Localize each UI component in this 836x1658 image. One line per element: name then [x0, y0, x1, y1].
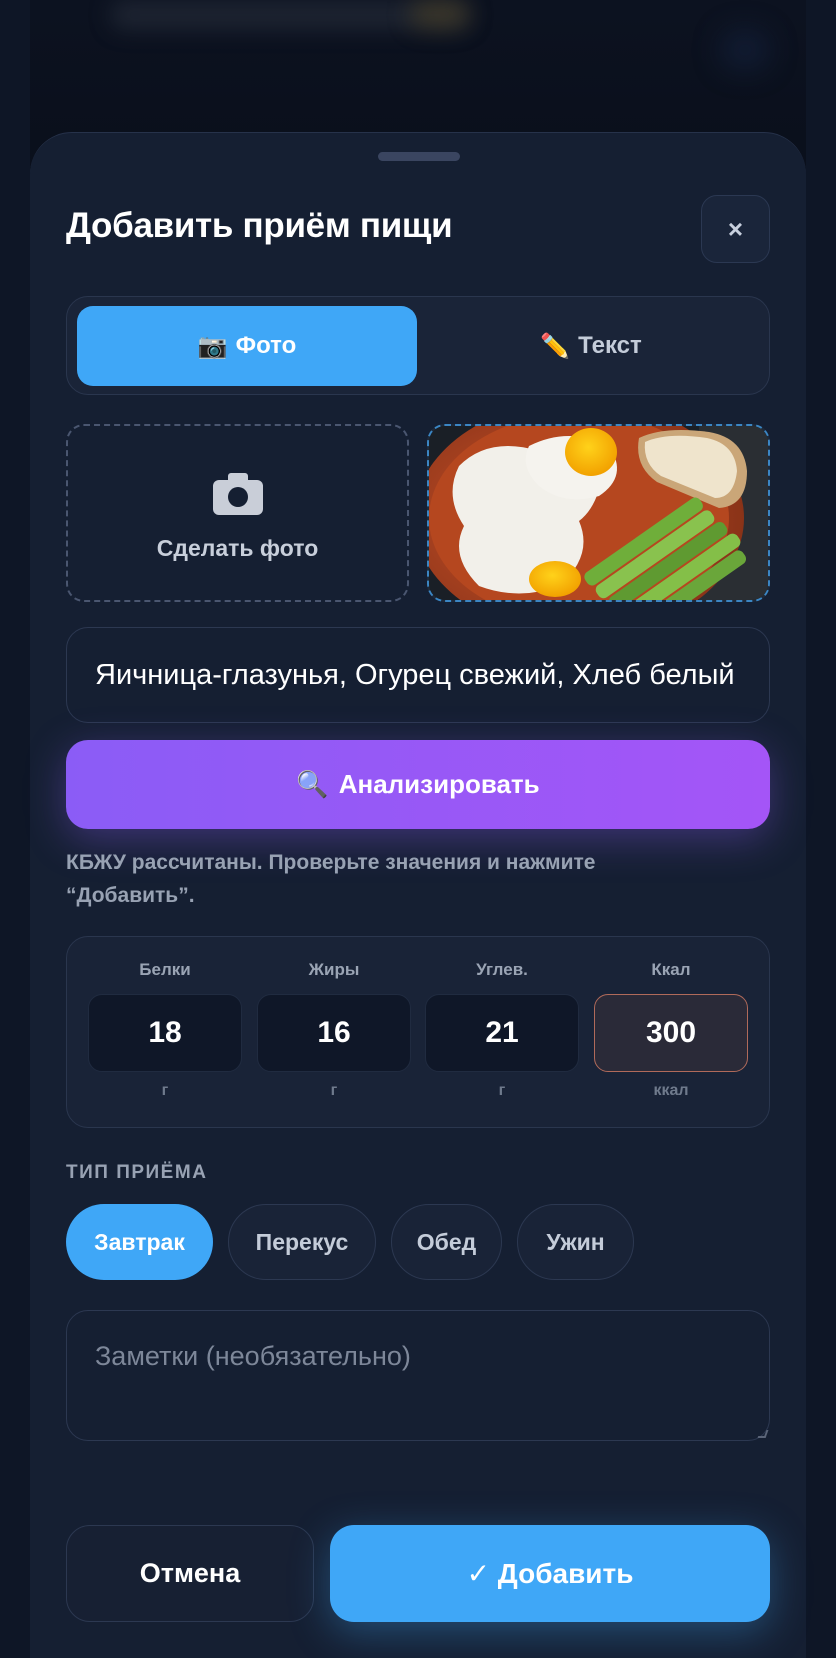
macro-label: Белки	[139, 960, 191, 979]
close-button[interactable]: ×	[701, 195, 770, 263]
analyze-button[interactable]: 🔍 Анализировать	[66, 740, 770, 829]
macro-unit: г	[161, 1082, 169, 1099]
analyze-button-label: Анализировать	[338, 769, 540, 799]
modal-title: Добавить приём пищи	[66, 206, 453, 245]
add-button[interactable]: ✓ Добавить	[330, 1525, 770, 1622]
macro-label: Углев.	[476, 960, 528, 979]
macro-unit: г	[498, 1082, 506, 1099]
macro-value-input[interactable]: 21	[425, 994, 579, 1072]
camera-icon: 📷	[197, 332, 228, 360]
meal-type-label: ТИП ПРИЁМА	[66, 1162, 208, 1183]
close-icon: ×	[727, 213, 744, 244]
notes-field[interactable]	[66, 1310, 770, 1441]
tab-text-label: Текст	[578, 332, 642, 359]
food-photo-preview[interactable]	[427, 424, 770, 602]
macro-value-input[interactable]: 18	[88, 994, 242, 1072]
sheet-drag-handle[interactable]	[378, 152, 460, 161]
tab-photo-label: Фото	[235, 332, 297, 359]
tab-photo[interactable]: 📷 Фото	[77, 306, 417, 386]
take-photo-button[interactable]: Сделать фото	[66, 424, 409, 602]
food-photo-image	[429, 426, 768, 600]
macro-unit: г	[330, 1082, 338, 1099]
cancel-button[interactable]: Отмена	[66, 1525, 314, 1622]
notes-input[interactable]	[95, 1341, 741, 1410]
macro-unit: ккал	[653, 1082, 689, 1099]
macro-label: Ккал	[651, 960, 691, 979]
pencil-icon: ✏️	[540, 332, 571, 360]
macro-value-input[interactable]: 16	[257, 994, 411, 1072]
camera-icon	[212, 472, 263, 515]
macros-panel: Белки 18 г Жиры 16 г Углев. 21 г Ккал 30…	[66, 936, 770, 1128]
analysis-hint: КБЖУ рассчитаны. Проверьте значения и на…	[66, 851, 596, 907]
mode-switch: 📷 Фото ✏️ Текст	[66, 296, 770, 395]
meal-type-snack[interactable]: Перекус	[228, 1204, 376, 1280]
meal-type-breakfast[interactable]: Завтрак	[66, 1204, 213, 1280]
take-photo-label: Сделать фото	[156, 534, 319, 561]
tab-text[interactable]: ✏️ Текст	[421, 306, 761, 386]
meal-type-lunch[interactable]: Обед	[391, 1204, 502, 1280]
macro-label: Жиры	[308, 960, 360, 979]
meal-type-dinner[interactable]: Ужин	[517, 1204, 634, 1280]
food-description-field[interactable]	[95, 658, 741, 692]
macro-value-input[interactable]: 300	[594, 994, 748, 1072]
magnifier-icon: 🔍	[296, 769, 329, 799]
food-description-input[interactable]	[66, 627, 770, 723]
